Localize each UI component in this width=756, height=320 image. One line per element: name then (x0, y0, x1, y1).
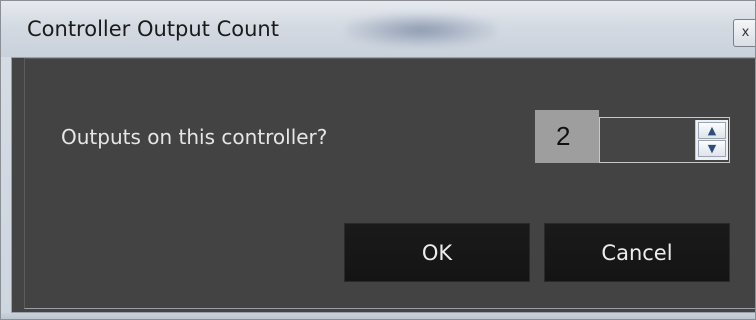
outputs-prompt-label: Outputs on this controller? (61, 125, 328, 149)
outputs-count-stepper[interactable]: 2 ▲ ▼ (535, 110, 730, 163)
window-title: Controller Output Count (27, 17, 279, 41)
window-bottom-border (1, 313, 755, 319)
chevron-up-icon: ▲ (707, 124, 717, 137)
title-blur-artifact (346, 13, 496, 47)
ok-button[interactable]: OK (344, 223, 530, 282)
spin-buttons: ▲ ▼ (695, 120, 728, 160)
close-icon: x (741, 25, 750, 40)
title-bar[interactable]: Controller Output Count x (1, 1, 755, 57)
dialog-window: Controller Output Count x Outputs on thi… (0, 0, 756, 320)
outputs-count-value[interactable]: 2 (535, 110, 599, 163)
close-button[interactable]: x (733, 19, 755, 47)
cancel-button[interactable]: Cancel (544, 223, 730, 282)
spin-up-button[interactable]: ▲ (698, 122, 726, 139)
chevron-down-icon: ▼ (707, 142, 717, 155)
spin-down-button[interactable]: ▼ (698, 140, 726, 157)
